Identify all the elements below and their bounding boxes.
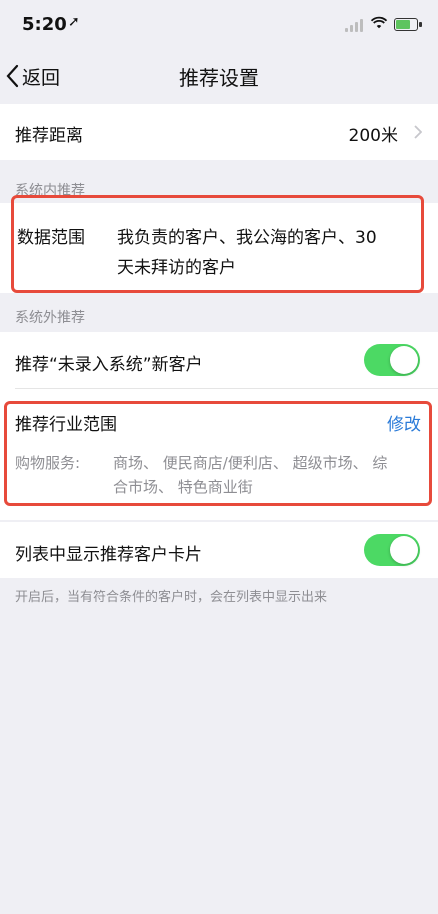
signal-icon: [345, 18, 365, 32]
page-title: 推荐设置: [179, 66, 259, 90]
navigation-bar: 返回 推荐设置: [0, 48, 438, 104]
battery-icon: [394, 18, 422, 31]
distance-row[interactable]: 推荐距离 200米: [0, 104, 438, 160]
wifi-icon: [370, 16, 388, 29]
data-range-highlight-box: [11, 195, 424, 293]
list-card-footnote: 开启后，当有符合条件的客户时，会在列表中显示出来: [15, 590, 328, 605]
list-card-row: 列表中显示推荐客户卡片: [0, 522, 438, 578]
divider: [15, 388, 438, 389]
distance-label: 推荐距离: [15, 126, 83, 146]
status-bar: 5:20 ➚: [0, 0, 438, 48]
chevron-right-icon: [414, 125, 422, 139]
location-arrow-icon: ➚: [68, 14, 80, 30]
list-card-toggle[interactable]: [364, 534, 420, 566]
external-section-title: 系统外推荐: [15, 310, 85, 326]
recommend-new-customer-toggle[interactable]: [364, 344, 420, 376]
distance-value: 200米: [348, 126, 398, 146]
recommend-new-customer-label: 推荐“未录入系统”新客户: [15, 355, 203, 375]
status-time: 5:20: [22, 14, 67, 35]
industry-range-highlight-box: [4, 401, 432, 506]
list-card-label: 列表中显示推荐客户卡片: [15, 545, 202, 565]
